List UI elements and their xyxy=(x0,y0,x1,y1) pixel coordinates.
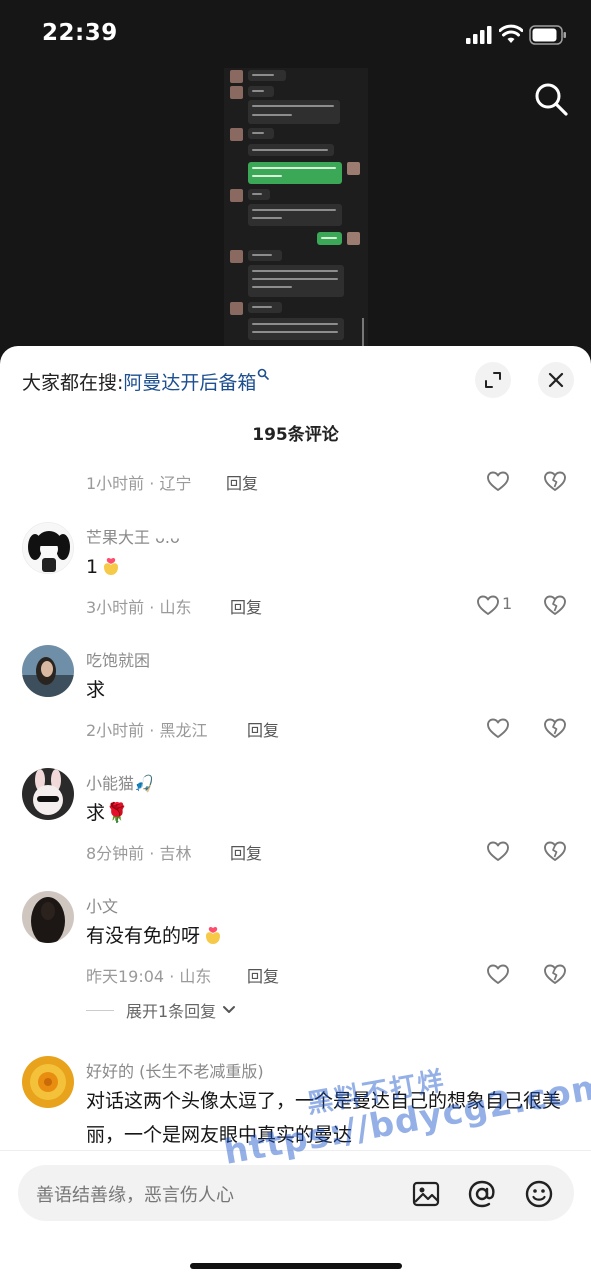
broken-heart-icon[interactable] xyxy=(543,470,567,492)
status-time: 22:39 xyxy=(42,20,118,46)
divider xyxy=(86,1009,114,1011)
chat-bubble xyxy=(248,162,342,184)
search-icon xyxy=(258,368,270,380)
avatar-image xyxy=(22,768,74,820)
chat-bubble xyxy=(248,70,286,81)
reply-button[interactable]: 回复 xyxy=(247,717,279,741)
comment-text: 求🌹 xyxy=(86,802,129,824)
image-icon[interactable] xyxy=(411,1179,441,1209)
username[interactable]: 吃饱就困 xyxy=(86,647,150,671)
chat-bubble xyxy=(248,265,344,297)
avatar-image xyxy=(23,523,73,573)
chat-bubble xyxy=(248,204,342,226)
comment-text: 对话这两个头像太逗了，一个是曼达自己的想象自己很美丽，一个是网友眼中真实的曼达 xyxy=(86,1090,562,1146)
username[interactable]: 好好的 (长生不老减重版) xyxy=(86,1058,264,1082)
avatar[interactable] xyxy=(22,645,74,697)
comment-input-placeholder: 善语结善缘，恶言伤人心 xyxy=(36,1185,234,1206)
avatar[interactable] xyxy=(22,522,74,574)
avatar[interactable] xyxy=(22,1056,74,1108)
comment-text: 1 xyxy=(86,550,576,584)
expand-button[interactable] xyxy=(475,362,511,398)
avatar-image xyxy=(22,1056,74,1108)
avatar[interactable] xyxy=(22,891,74,943)
expand-icon xyxy=(485,372,501,388)
comment-input-bar: 善语结善缘，恶言伤人心 xyxy=(0,1150,591,1280)
avatar[interactable] xyxy=(22,768,74,820)
comment-text: 有没有免的呀 xyxy=(86,919,576,953)
hands-emoji-icon xyxy=(206,926,221,944)
smile-icon[interactable] xyxy=(524,1179,554,1209)
avatar-image xyxy=(22,891,74,943)
heart-icon[interactable] xyxy=(476,594,500,616)
chat-bubble xyxy=(248,250,282,261)
username[interactable]: 小能猫🎣 xyxy=(86,770,154,794)
chat-avatar xyxy=(230,86,243,99)
chat-bubble xyxy=(248,302,282,313)
chat-bubble xyxy=(317,232,342,245)
comment-meta: 8分钟前 · 吉林 xyxy=(86,844,192,863)
battery-icon xyxy=(529,25,566,45)
reply-button[interactable]: 回复 xyxy=(226,470,258,494)
chat-avatar xyxy=(230,302,243,315)
chat-avatar xyxy=(347,232,360,245)
avatar-image xyxy=(22,645,74,697)
comment-text-content: 1 xyxy=(86,556,99,578)
comment-meta: 昨天19:04 · 山东 xyxy=(86,967,212,986)
comment-meta: 1小时前 · 辽宁 xyxy=(86,474,192,493)
heart-icon[interactable] xyxy=(486,470,510,492)
search-icon[interactable] xyxy=(534,82,568,116)
heart-icon[interactable] xyxy=(486,717,510,739)
at-icon[interactable] xyxy=(467,1179,497,1209)
wifi-icon xyxy=(499,24,523,43)
chat-bubble xyxy=(248,189,270,200)
chat-bubble xyxy=(248,100,340,124)
chat-bubble xyxy=(248,144,334,156)
chat-avatar xyxy=(230,189,243,202)
broken-heart-icon[interactable] xyxy=(543,963,567,985)
chat-bubble xyxy=(248,86,274,97)
chat-scrollbar xyxy=(362,318,364,348)
chat-avatar xyxy=(230,70,243,83)
reply-button[interactable]: 回复 xyxy=(230,594,262,618)
close-button[interactable] xyxy=(538,362,574,398)
chat-bubble xyxy=(248,318,344,340)
video-frame[interactable] xyxy=(224,68,368,350)
reply-button[interactable]: 回复 xyxy=(247,963,279,987)
comment-input[interactable]: 善语结善缘，恶言伤人心 xyxy=(18,1165,574,1221)
heart-icon[interactable] xyxy=(486,840,510,862)
status-bar: 22:39 xyxy=(0,0,591,70)
expand-replies-button[interactable]: 展开1条回复 xyxy=(86,998,236,1022)
username[interactable]: 芒果大王 ᴗ.ᴗ xyxy=(86,524,180,548)
reply-button[interactable]: 回复 xyxy=(230,840,262,864)
broken-heart-icon[interactable] xyxy=(543,594,567,616)
username[interactable]: 小文 xyxy=(86,893,118,917)
expand-replies-label: 展开1条回复 xyxy=(126,1002,217,1021)
comment-text-content: 有没有免的呀 xyxy=(86,925,201,947)
comment-text: 求 xyxy=(86,679,106,701)
signal-icon xyxy=(466,26,492,44)
close-icon xyxy=(548,372,564,388)
hands-emoji-icon xyxy=(104,557,119,575)
broken-heart-icon[interactable] xyxy=(543,840,567,862)
comment-count: 195条评论 xyxy=(252,425,339,445)
trending-search[interactable]: 大家都在搜:阿曼达开后备箱 xyxy=(22,368,270,395)
comment-sheet: 大家都在搜:阿曼达开后备箱 195条评论 1小时前 · 辽宁 回复 芒果大王 ᴗ… xyxy=(0,346,591,1280)
chat-avatar xyxy=(347,162,360,175)
comment-meta: 3小时前 · 山东 xyxy=(86,598,192,617)
trending-label: 大家都在搜: xyxy=(22,372,124,394)
comment-meta: 2小时前 · 黑龙江 xyxy=(86,721,208,740)
chevron-down-icon xyxy=(223,1006,236,1013)
heart-icon[interactable] xyxy=(486,963,510,985)
chat-avatar xyxy=(230,250,243,263)
chat-bubble xyxy=(248,128,274,139)
like-count: 1 xyxy=(502,594,513,613)
trending-keyword[interactable]: 阿曼达开后备箱 xyxy=(123,372,256,394)
chat-avatar xyxy=(230,128,243,141)
broken-heart-icon[interactable] xyxy=(543,717,567,739)
home-indicator xyxy=(190,1263,402,1269)
